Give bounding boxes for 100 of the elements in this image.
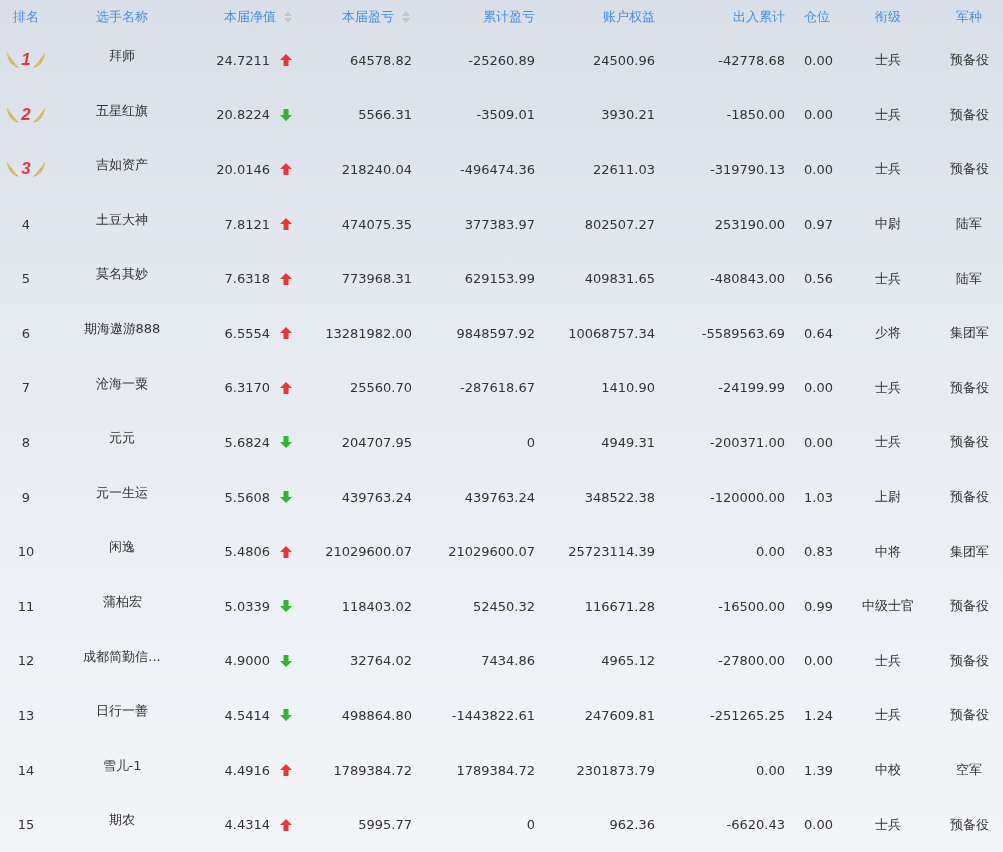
profit-loss: 5995.77 <box>358 817 412 833</box>
sort-icon[interactable] <box>402 10 410 23</box>
position-ratio: 1.24 <box>804 707 833 723</box>
net-value: 24.7211 <box>216 52 270 68</box>
net-value: 4.5414 <box>224 707 270 723</box>
net-value: 5.4806 <box>224 544 270 560</box>
rank-title: 士兵 <box>874 433 901 452</box>
profit-loss: 773968.31 <box>341 271 412 287</box>
position-ratio: 0.56 <box>804 271 833 287</box>
service-branch: 预备役 <box>949 706 989 725</box>
column-header: 本届盈亏 <box>342 7 394 26</box>
rank-number: 15 <box>17 817 35 833</box>
service-branch: 预备役 <box>949 488 989 507</box>
column-header: 本届净值 <box>224 7 276 26</box>
total-profit-loss: -287618.67 <box>460 380 535 396</box>
position-ratio: 0.64 <box>804 325 833 341</box>
account-equity: 4965.12 <box>601 653 655 669</box>
net-flow: -27800.00 <box>718 653 785 669</box>
rank-number: 10 <box>17 544 35 560</box>
profit-loss: 439763.24 <box>341 489 412 505</box>
position-ratio: 1.39 <box>804 762 833 778</box>
net-value: 5.6824 <box>224 434 270 450</box>
account-equity: 1410.90 <box>601 380 655 396</box>
account-equity: 962.36 <box>609 817 655 833</box>
account-equity: 409831.65 <box>584 271 655 287</box>
player-name[interactable]: 日行一善 <box>96 702 148 721</box>
total-profit-loss: 629153.99 <box>464 271 535 287</box>
net-value: 20.8224 <box>216 107 270 123</box>
column-header: 出入累计 <box>733 7 785 26</box>
net-flow: -319790.13 <box>710 162 785 177</box>
account-equity: 22611.03 <box>592 162 655 177</box>
position-ratio: 0.00 <box>804 162 833 177</box>
service-branch: 预备役 <box>949 597 989 616</box>
profit-loss: 25560.70 <box>349 380 412 396</box>
service-branch: 陆军 <box>956 269 982 288</box>
account-equity: 25723114.39 <box>568 544 655 560</box>
net-value: 7.6318 <box>224 271 270 287</box>
net-value: 4.9000 <box>224 653 270 669</box>
total-profit-loss: -25260.89 <box>468 52 535 68</box>
profit-loss: 474075.35 <box>341 216 412 232</box>
service-branch: 预备役 <box>949 815 989 834</box>
column-header: 账户权益 <box>603 7 655 26</box>
service-branch: 空军 <box>956 761 982 779</box>
total-profit-loss: 1789384.72 <box>456 762 535 778</box>
rank-title: 中校 <box>874 761 901 779</box>
player-name[interactable]: 雪儿-1 <box>102 756 142 775</box>
account-equity: 2301873.79 <box>576 762 655 778</box>
player-name[interactable]: 五星红旗 <box>96 101 148 120</box>
rank-title: 中级士官 <box>861 597 914 616</box>
profit-loss: 218240.04 <box>341 162 412 177</box>
account-equity: 348522.38 <box>584 489 655 505</box>
sort-icon[interactable] <box>284 10 292 23</box>
player-name[interactable]: 沧海一粟 <box>96 374 148 393</box>
net-value: 6.5554 <box>224 325 270 341</box>
profit-loss: 498864.80 <box>341 707 412 723</box>
column-header: 累计盈亏 <box>483 7 535 26</box>
player-name[interactable]: 闲逸 <box>109 538 135 557</box>
rank-number: 8 <box>21 434 31 450</box>
position-ratio: 0.00 <box>804 817 833 833</box>
position-ratio: 0.00 <box>804 434 833 450</box>
player-name[interactable]: 元元 <box>109 429 135 448</box>
net-flow: -1850.00 <box>726 107 785 123</box>
player-name[interactable]: 蒲柏宏 <box>102 592 142 611</box>
laurel-rank-badge: 2 <box>6 104 46 125</box>
rank-title: 上尉 <box>874 488 901 507</box>
position-ratio: 0.97 <box>804 216 833 232</box>
player-name[interactable]: 吉如资产 <box>96 156 148 175</box>
position-ratio: 0.00 <box>804 52 833 68</box>
player-name[interactable]: 拜师 <box>109 47 135 65</box>
net-flow: -24199.99 <box>718 380 785 396</box>
player-name[interactable]: 元一生运 <box>96 483 148 502</box>
player-name[interactable]: 期海遨游888 <box>83 319 161 338</box>
total-profit-loss: -496474.36 <box>460 162 535 177</box>
position-ratio: 1.03 <box>804 489 833 505</box>
net-value: 5.5608 <box>224 489 270 505</box>
net-value: 4.4916 <box>224 762 270 778</box>
position-ratio: 0.00 <box>804 380 833 396</box>
position-ratio: 0.00 <box>804 107 833 123</box>
total-profit-loss: 52450.32 <box>472 598 535 614</box>
player-name[interactable]: 土豆大神 <box>96 210 148 229</box>
net-value: 20.0146 <box>216 162 270 177</box>
net-flow: -42778.68 <box>718 52 785 68</box>
total-profit-loss: 439763.24 <box>464 489 535 505</box>
account-equity: 3930.21 <box>601 107 655 123</box>
rank-title: 士兵 <box>874 51 901 70</box>
rank-title: 士兵 <box>874 815 901 834</box>
player-name[interactable]: 成都简勤信... <box>83 647 161 666</box>
net-flow: -480843.00 <box>710 271 785 287</box>
account-equity: 24500.96 <box>592 52 655 68</box>
player-name[interactable]: 期农 <box>109 811 135 830</box>
total-profit-loss: 9848597.92 <box>456 325 535 341</box>
rank-number: 7 <box>21 380 31 396</box>
profit-loss: 5566.31 <box>358 107 412 123</box>
laurel-rank-badge: 3 <box>6 159 46 180</box>
net-flow: -6620.43 <box>726 817 785 833</box>
net-flow: -120000.00 <box>710 489 785 505</box>
player-name[interactable]: 莫名其妙 <box>96 265 148 284</box>
net-flow: -200371.00 <box>710 434 785 450</box>
total-profit-loss: -1443822.61 <box>451 707 535 723</box>
net-value: 4.4314 <box>224 817 270 833</box>
